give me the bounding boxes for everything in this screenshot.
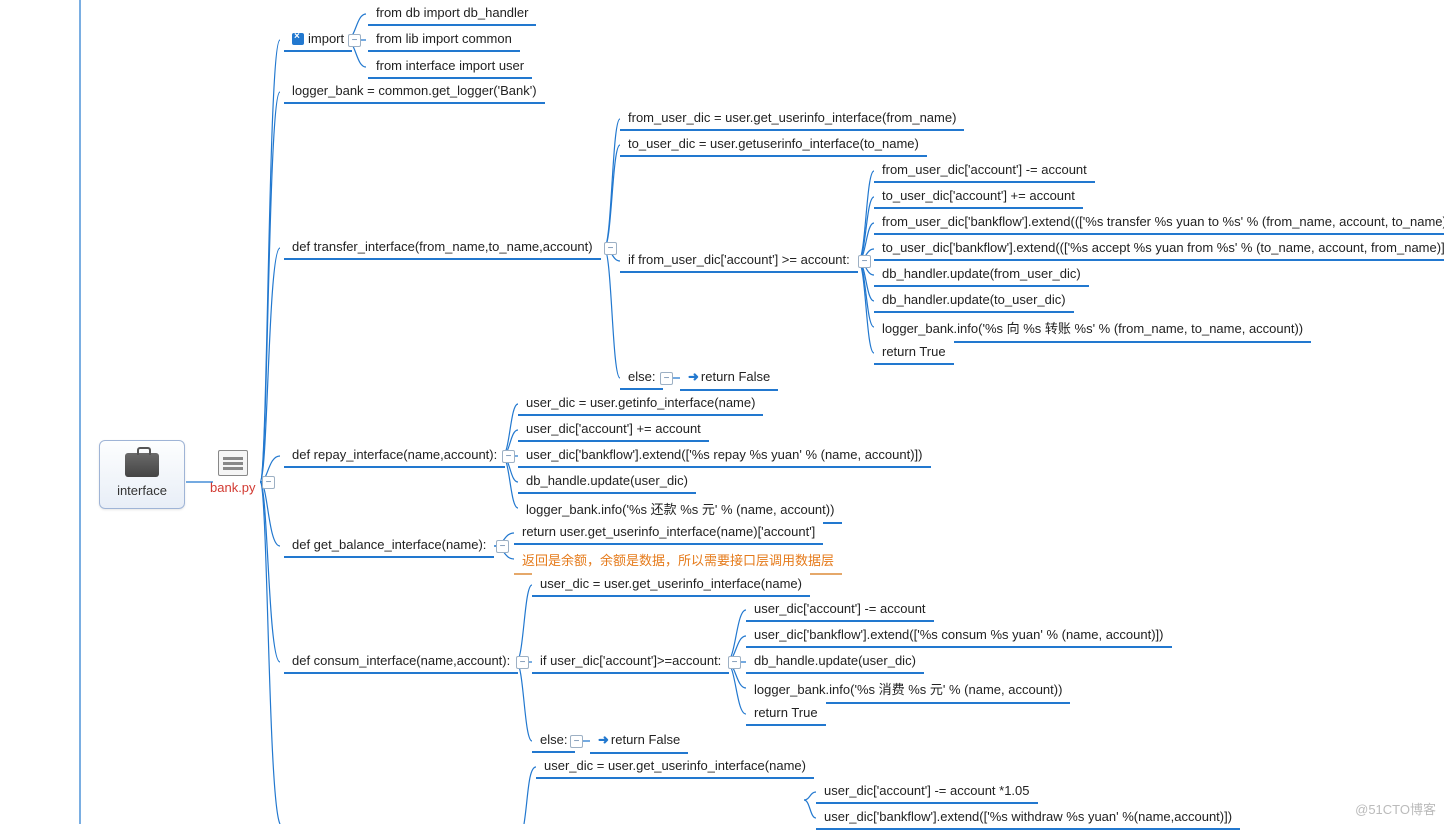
node-consum-if-3[interactable]: logger_bank.info('%s 消费 %s 元' % (name, a… xyxy=(746,676,1070,704)
node-consum-if-1[interactable]: user_dic['bankflow'].extend(['%s consum … xyxy=(746,624,1172,648)
toggle-consum[interactable]: − xyxy=(516,656,529,669)
watermark: @51CTO博客 xyxy=(1355,799,1436,818)
arrow-icon: ➜ xyxy=(598,732,609,748)
root-label: interface xyxy=(112,483,172,498)
document-icon xyxy=(210,450,256,476)
node-getbal-0[interactable]: return user.get_userinfo_interface(name)… xyxy=(514,521,823,545)
node-tr-if-6[interactable]: logger_bank.info('%s 向 %s 转账 %s' % (from… xyxy=(874,315,1311,343)
node-repay-0[interactable]: user_dic = user.getinfo_interface(name) xyxy=(518,392,763,416)
node-consum-if-2[interactable]: db_handle.update(user_dic) xyxy=(746,650,924,674)
node-consum-if-4[interactable]: return True xyxy=(746,702,826,726)
node-transfer-else[interactable]: else: xyxy=(620,366,663,390)
file-node-bank-py[interactable]: bank.py xyxy=(210,450,256,495)
toggle-import[interactable]: − xyxy=(348,34,361,47)
mindmap-canvas[interactable]: interface bank.py − import − from db imp… xyxy=(0,0,1444,824)
node-consum-else-ret[interactable]: ➜return False xyxy=(590,729,688,754)
node-transfer-else-ret[interactable]: ➜return False xyxy=(680,366,778,391)
root-node-interface[interactable]: interface xyxy=(99,440,185,509)
node-import-common[interactable]: from lib import common xyxy=(368,28,520,52)
node-repay-3[interactable]: db_handle.update(user_dic) xyxy=(518,470,696,494)
node-consum-def[interactable]: def consum_interface(name,account): xyxy=(284,650,518,674)
node-withdraw-if-1[interactable]: user_dic['bankflow'].extend(['%s withdra… xyxy=(816,806,1240,830)
node-transfer-to-dic[interactable]: to_user_dic = user.getuserinfo_interface… xyxy=(620,133,927,157)
toggle-getbal[interactable]: − xyxy=(496,540,509,553)
node-transfer-if[interactable]: if from_user_dic['account'] >= account: xyxy=(620,249,858,273)
marker-icon xyxy=(292,33,304,45)
node-consum-if[interactable]: if user_dic['account']>=account: xyxy=(532,650,729,674)
file-label: bank.py xyxy=(210,480,256,495)
node-repay-4[interactable]: logger_bank.info('%s 还款 %s 元' % (name, a… xyxy=(518,496,842,524)
toggle-transfer-else[interactable]: − xyxy=(660,372,673,385)
arrow-icon: ➜ xyxy=(688,369,699,385)
toggle-repay[interactable]: − xyxy=(502,450,515,463)
node-consum-0[interactable]: user_dic = user.get_userinfo_interface(n… xyxy=(532,573,810,597)
node-logger[interactable]: logger_bank = common.get_logger('Bank') xyxy=(284,80,545,104)
node-tr-if-0[interactable]: from_user_dic['account'] -= account xyxy=(874,159,1095,183)
node-import[interactable]: import xyxy=(284,28,352,52)
node-getbal-hint[interactable]: 返回是余额，余额是数据，所以需要接口层调用数据层 xyxy=(514,547,842,575)
toggle-file[interactable]: − xyxy=(262,476,275,489)
node-repay-1[interactable]: user_dic['account'] += account xyxy=(518,418,709,442)
node-tr-if-1[interactable]: to_user_dic['account'] += account xyxy=(874,185,1083,209)
node-getbal-def[interactable]: def get_balance_interface(name): xyxy=(284,534,494,558)
node-import-user[interactable]: from interface import user xyxy=(368,55,532,79)
briefcase-icon xyxy=(112,453,172,477)
toggle-transfer[interactable]: − xyxy=(604,242,617,255)
node-withdraw-0[interactable]: user_dic = user.get_userinfo_interface(n… xyxy=(536,755,814,779)
node-tr-if-4[interactable]: db_handler.update(from_user_dic) xyxy=(874,263,1089,287)
toggle-consum-else[interactable]: − xyxy=(570,735,583,748)
node-consum-if-0[interactable]: user_dic['account'] -= account xyxy=(746,598,934,622)
node-tr-if-2[interactable]: from_user_dic['bankflow'].extend((['%s t… xyxy=(874,211,1444,235)
toggle-transfer-if[interactable]: − xyxy=(858,255,871,268)
node-withdraw-if-0[interactable]: user_dic['account'] -= account *1.05 xyxy=(816,780,1038,804)
node-repay-2[interactable]: user_dic['bankflow'].extend(['%s repay %… xyxy=(518,444,931,468)
node-transfer-from-dic[interactable]: from_user_dic = user.get_userinfo_interf… xyxy=(620,107,964,131)
toggle-consum-if[interactable]: − xyxy=(728,656,741,669)
node-transfer-def[interactable]: def transfer_interface(from_name,to_name… xyxy=(284,236,601,260)
node-tr-if-5[interactable]: db_handler.update(to_user_dic) xyxy=(874,289,1074,313)
node-tr-if-7[interactable]: return True xyxy=(874,341,954,365)
node-tr-if-3[interactable]: to_user_dic['bankflow'].extend((['%s acc… xyxy=(874,237,1444,261)
node-repay-def[interactable]: def repay_interface(name,account): xyxy=(284,444,505,468)
node-consum-else[interactable]: else: xyxy=(532,729,575,753)
node-import-db[interactable]: from db import db_handler xyxy=(368,2,536,26)
